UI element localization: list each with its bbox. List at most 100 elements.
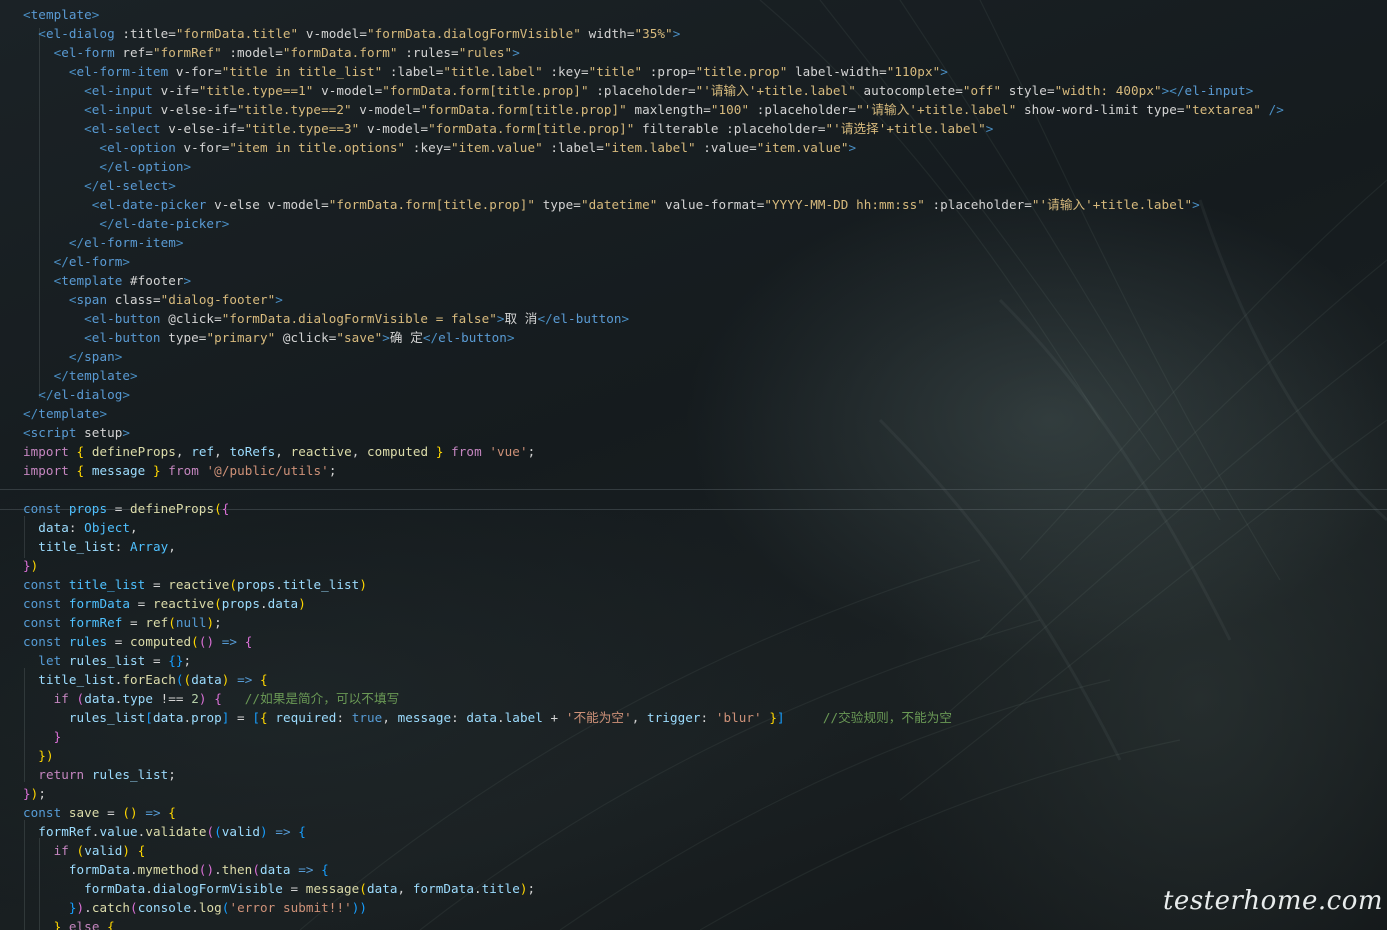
- code-token: :: [68, 520, 85, 535]
- code-token: validate: [145, 824, 207, 839]
- code-token: !==: [153, 691, 192, 706]
- code-token: "save": [336, 330, 383, 345]
- code-token: else: [68, 919, 100, 930]
- code-token: </: [99, 216, 115, 231]
- code-token: ,: [175, 444, 192, 459]
- code-token: "title.type==1": [198, 83, 314, 98]
- code-token: "formData.form[title.prop]": [328, 197, 536, 212]
- code-token: "item in title.options": [229, 140, 406, 155]
- code-token: "width: 400px": [1054, 83, 1162, 98]
- code-token: ,: [214, 444, 230, 459]
- code-token: :prop: [642, 64, 688, 79]
- code-token: =: [145, 577, 169, 592]
- code-token: >: [221, 216, 230, 231]
- code-token: .: [191, 900, 199, 915]
- code-token: </: [68, 235, 85, 250]
- code-token: =: [168, 26, 176, 41]
- code-line: }).catch(console.log('error submit!!')): [23, 898, 367, 917]
- code-token: then: [221, 862, 253, 877]
- code-token: rules_list: [68, 710, 146, 725]
- code-token: =: [573, 197, 581, 212]
- code-token: >: [99, 406, 108, 421]
- code-token: =: [99, 805, 123, 820]
- code-token: ,: [351, 444, 368, 459]
- code-token: '不能为空': [565, 710, 632, 725]
- code-token: "formData.form[title.prop]": [420, 102, 627, 117]
- code-token: <: [84, 330, 92, 345]
- code-token: </: [84, 178, 100, 193]
- code-token: el-select: [99, 178, 169, 193]
- code-token: "primary": [206, 330, 276, 345]
- code-token: ;: [168, 767, 176, 782]
- code-line: </el-dialog>: [23, 385, 130, 404]
- code-token: ]: [776, 710, 785, 725]
- code-token: v-else-if: [160, 121, 237, 136]
- code-token: el-form-item: [76, 64, 169, 79]
- code-token: >: [114, 349, 123, 364]
- code-token: =: [321, 197, 329, 212]
- code-token: save: [68, 805, 100, 820]
- code-token: type: [535, 197, 574, 212]
- code-token: "100": [710, 102, 750, 117]
- code-line: </el-form-item>: [23, 233, 184, 252]
- code-token: </: [68, 349, 85, 364]
- code-token: .: [145, 881, 153, 896]
- code-token: defineProps: [130, 501, 215, 516]
- code-token: :: [700, 710, 716, 725]
- code-token: v-model: [259, 197, 322, 212]
- code-token: :placeholder: [749, 102, 849, 117]
- code-token: template: [61, 273, 123, 288]
- code-token: data: [84, 691, 115, 706]
- code-token: "textarea": [1184, 102, 1261, 117]
- code-line: <el-button @click="formData.dialogFormVi…: [23, 309, 629, 328]
- code-editor[interactable]: <template> <el-dialog :title="formData.t…: [0, 0, 1387, 930]
- code-token: [: [252, 710, 260, 725]
- code-token: data: [191, 672, 222, 687]
- code-token: =: [229, 710, 253, 725]
- code-token: </: [422, 330, 439, 345]
- code-token: .: [130, 862, 138, 877]
- code-token: "title": [588, 64, 643, 79]
- code-token: reactive: [290, 444, 352, 459]
- code-token: =: [1024, 197, 1032, 212]
- code-token: {: [260, 710, 268, 725]
- code-token: >: [275, 292, 283, 307]
- code-token: formRef: [68, 615, 123, 630]
- code-token: "rules": [458, 45, 513, 60]
- code-token: ></: [1161, 83, 1185, 98]
- code-token: 取 消: [504, 311, 538, 326]
- code-line: title_list: Array,: [23, 537, 176, 556]
- code-token: .: [214, 862, 222, 877]
- code-token: >: [122, 425, 131, 440]
- code-token: ;: [527, 444, 536, 459]
- code-token: props: [68, 501, 108, 516]
- code-token: Object: [84, 520, 131, 535]
- code-token: import: [23, 463, 69, 478]
- code-token: =>: [298, 862, 314, 877]
- code-token: Array: [130, 539, 169, 554]
- code-token: {: [321, 862, 329, 877]
- code-token: mymethod: [137, 862, 199, 877]
- code-token: 'vue': [489, 444, 528, 459]
- code-token: "formData.form": [282, 45, 398, 60]
- code-token: formData: [68, 862, 130, 877]
- code-token: el-dialog: [45, 26, 115, 41]
- code-line: formData.dialogFormVisible = message(dat…: [23, 879, 535, 898]
- code-token: message: [305, 881, 360, 896]
- code-line: </el-date-picker>: [23, 214, 229, 233]
- code-line: </span>: [23, 347, 122, 366]
- code-token: ref: [145, 615, 169, 630]
- code-line: <el-select v-else-if="title.type==3" v-m…: [23, 119, 993, 138]
- code-token: el-button: [91, 330, 161, 345]
